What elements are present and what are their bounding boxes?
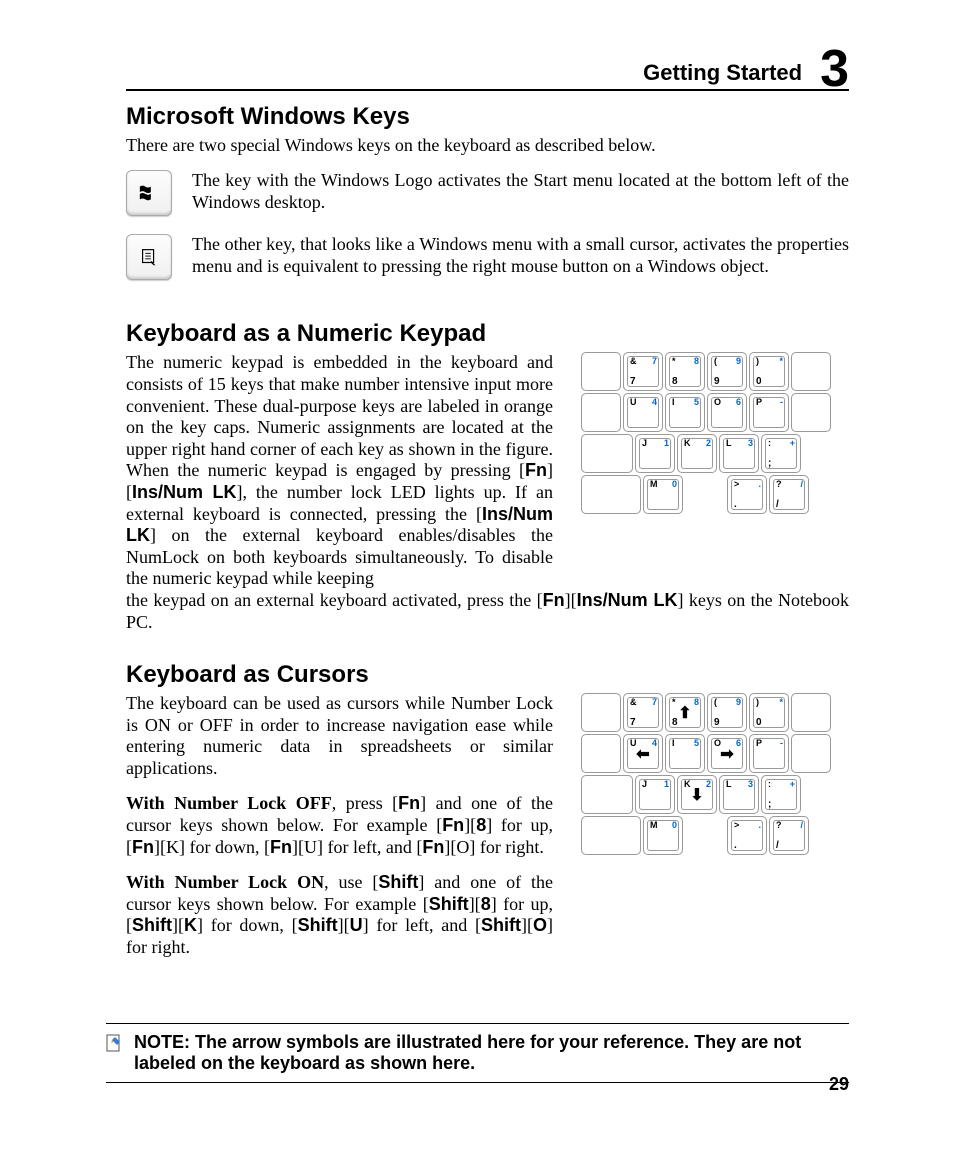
- keypad-key: J1: [635, 775, 675, 814]
- keypad-key: ?//: [769, 475, 809, 514]
- numeric-keypad-text: The numeric keypad is embedded in the ke…: [126, 352, 553, 590]
- keypad-key: )*0: [749, 352, 789, 391]
- note-icon: [106, 1034, 122, 1052]
- cursor-keypad-diagram: &77*88⬆(99)*0 U4⬅I5O6➡P- J1K2⬇L3:+; M0 >..?/…: [581, 693, 849, 855]
- context-menu-icon: [138, 246, 160, 268]
- page-number: 29: [829, 1074, 849, 1095]
- keypad-key: >..: [727, 475, 767, 514]
- keypad-key: L3: [719, 775, 759, 814]
- arrow-icon: ⬅: [636, 744, 649, 764]
- keypad-key: &77: [623, 352, 663, 391]
- windows-flag-icon: [138, 182, 160, 204]
- keypad-key: >..: [727, 816, 767, 855]
- intro-text: There are two special Windows keys on th…: [126, 135, 849, 157]
- chapter-number: 3: [820, 46, 849, 93]
- numlock-off-text: With Number Lock OFF, press [Fn] and one…: [126, 793, 553, 858]
- section-name: Getting Started: [643, 60, 802, 86]
- keypad-key: ?//: [769, 816, 809, 855]
- heading-windows-keys: Microsoft Windows Keys: [126, 103, 849, 131]
- windows-logo-desc: The key with the Windows Logo activates …: [192, 170, 849, 213]
- arrow-icon: ⬆: [678, 703, 691, 723]
- numlock-on-text: With Number Lock ON, use [Shift] and one…: [126, 872, 553, 958]
- numeric-keypad-diagram: &77*88(99)*0 U4I5O6P- J1K2L3:+; M0 >..?//: [581, 352, 849, 514]
- numeric-keypad-text-2: the keypad on an external keyboard activ…: [126, 590, 849, 633]
- menu-key-icon: [126, 234, 172, 280]
- keypad-key: P-: [749, 393, 789, 432]
- keypad-key: *88: [665, 352, 705, 391]
- cursors-intro: The keyboard can be used as cursors whil…: [126, 693, 553, 779]
- keypad-key: (99: [707, 693, 747, 732]
- menu-key-desc: The other key, that looks like a Windows…: [192, 234, 849, 277]
- keypad-key: )*0: [749, 693, 789, 732]
- keypad-key: M0: [643, 475, 683, 514]
- arrow-icon: ➡: [720, 744, 733, 764]
- keypad-key: J1: [635, 434, 675, 473]
- keypad-key: P-: [749, 734, 789, 773]
- windows-logo-row: The key with the Windows Logo activates …: [126, 170, 849, 216]
- keypad-key: (99: [707, 352, 747, 391]
- note-block: NOTE: The arrow symbols are illustrated …: [106, 1023, 849, 1083]
- keypad-key: L3: [719, 434, 759, 473]
- keypad-key: *88⬆: [665, 693, 705, 732]
- arrow-icon: ⬇: [690, 785, 703, 805]
- keypad-key: &77: [623, 693, 663, 732]
- keypad-key: O6➡: [707, 734, 747, 773]
- keypad-key: I5: [665, 734, 705, 773]
- keypad-key: U4: [623, 393, 663, 432]
- menu-key-row: The other key, that looks like a Windows…: [126, 234, 849, 280]
- keypad-key: O6: [707, 393, 747, 432]
- heading-cursors: Keyboard as Cursors: [126, 661, 849, 689]
- windows-logo-key-icon: [126, 170, 172, 216]
- heading-numeric-keypad: Keyboard as a Numeric Keypad: [126, 320, 849, 348]
- keypad-key: M0: [643, 816, 683, 855]
- keypad-key: K2: [677, 434, 717, 473]
- keypad-key: I5: [665, 393, 705, 432]
- keypad-key: :+;: [761, 434, 801, 473]
- keypad-key: U4⬅: [623, 734, 663, 773]
- keypad-key: K2⬇: [677, 775, 717, 814]
- note-text: NOTE: The arrow symbols are illustrated …: [134, 1032, 849, 1074]
- page-header: Getting Started 3: [126, 40, 849, 91]
- keypad-key: :+;: [761, 775, 801, 814]
